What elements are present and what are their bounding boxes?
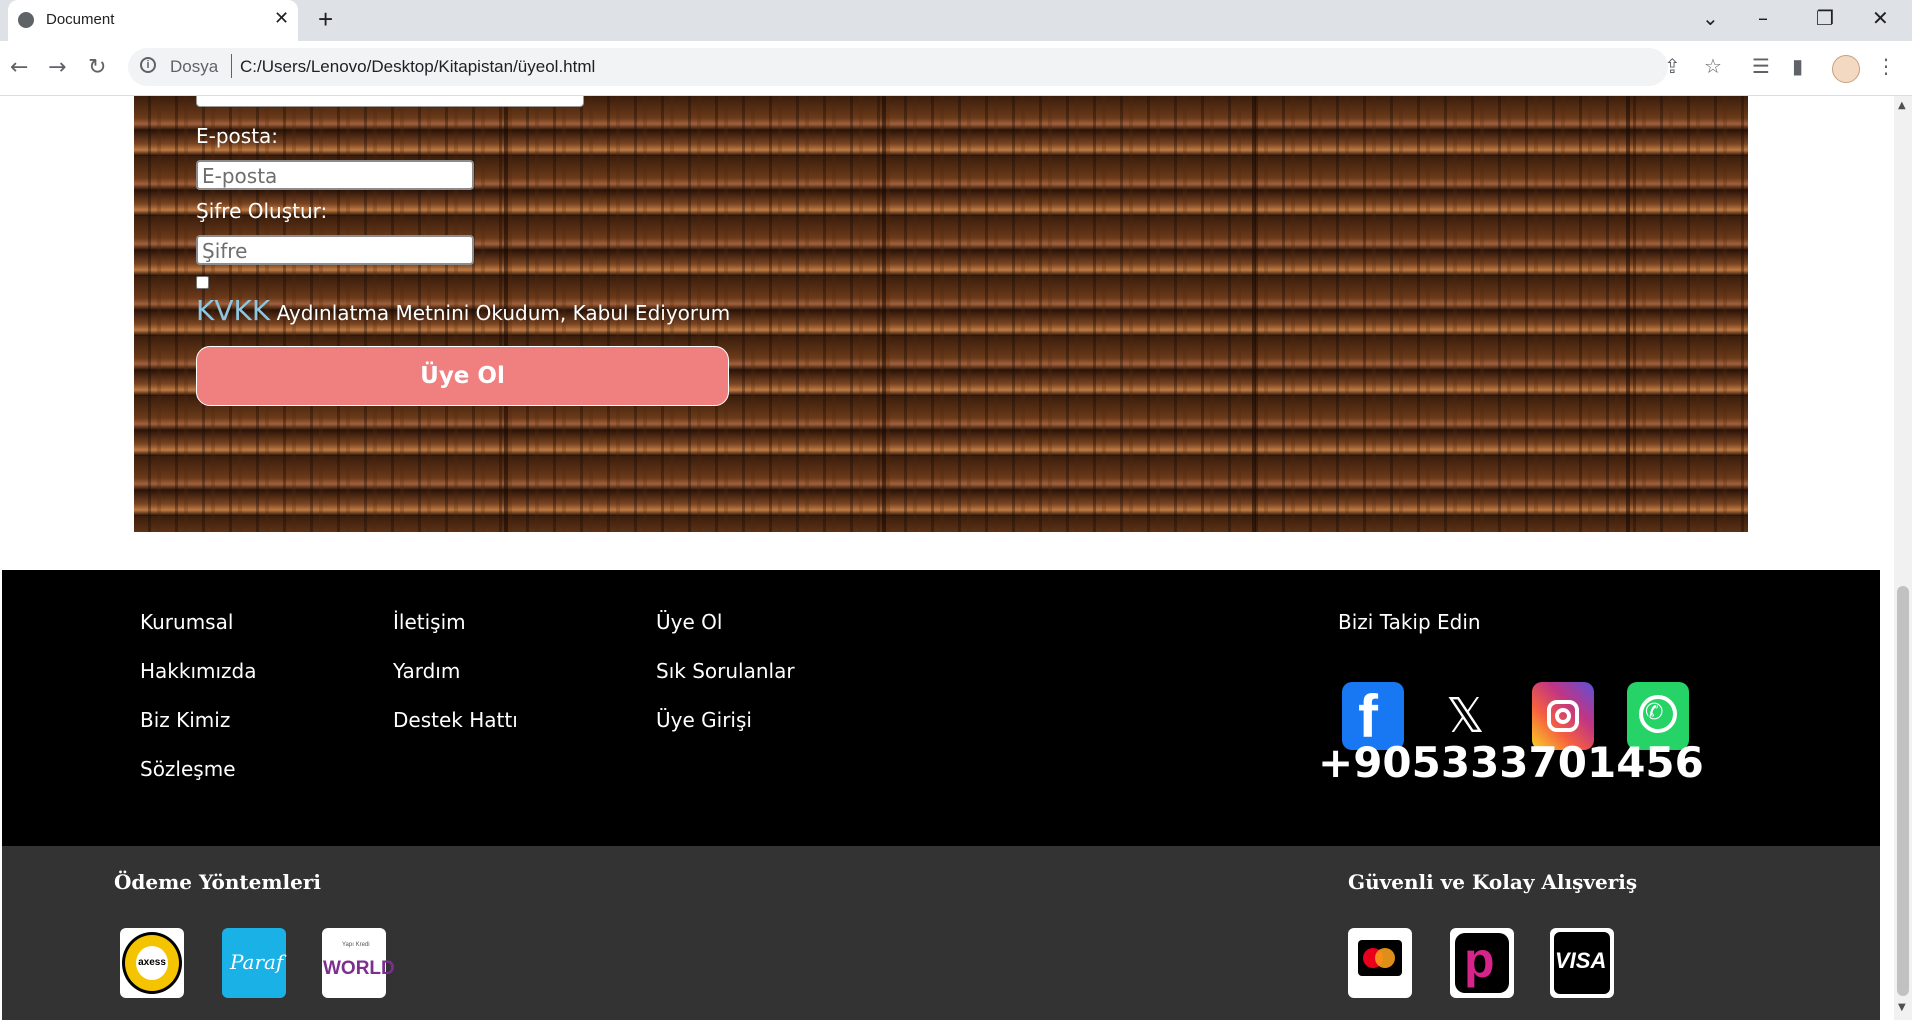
email-label: E-posta: (196, 124, 279, 148)
follow-title: Bizi Takip Edin (1338, 610, 1481, 634)
footer-link-sozlesme[interactable]: Sözleşme (140, 757, 236, 781)
page-viewport: E-posta: E-posta Şifre Oluştur: Şifre KV… (0, 96, 1894, 1020)
footer-link-biz-kimiz[interactable]: Biz Kimiz (140, 708, 230, 732)
share-icon[interactable]: ⇪ (1664, 54, 1681, 78)
close-window-icon[interactable]: ✕ (1872, 6, 1889, 30)
restore-icon[interactable]: ❐ (1816, 6, 1834, 30)
footer-link-hakkimizda[interactable]: Hakkımızda (140, 659, 257, 683)
tab-document[interactable]: Document ✕ (8, 0, 298, 41)
url-separator (231, 54, 232, 78)
new-tab-button[interactable]: + (318, 4, 333, 35)
footer-bottom: Ödeme Yöntemleri axess Paraf Yapı Kredi W… (2, 846, 1880, 1020)
kvkk-consent: KVKK Aydınlatma Metnini Okudum, Kabul Ed… (196, 294, 730, 327)
address-bar[interactable]: i Dosya C:/Users/Lenovo/Desktop/Kitapist… (128, 48, 1668, 86)
footer-link-uye-ol[interactable]: Üye Ol (656, 610, 722, 634)
footer-link-sik-sorulanlar[interactable]: Sık Sorulanlar (656, 659, 795, 683)
visa-icon: VISA (1550, 928, 1614, 998)
profile-avatar[interactable] (1832, 55, 1860, 83)
scrollbar-thumb[interactable] (1897, 586, 1909, 996)
globe-icon (18, 12, 34, 28)
reload-icon[interactable]: ↻ (88, 55, 106, 80)
signup-submit-button[interactable]: Üye Ol (196, 346, 729, 406)
back-icon[interactable]: ← (10, 55, 28, 80)
menu-icon[interactable]: ⋮ (1876, 54, 1896, 78)
kvkk-link[interactable]: KVKK (196, 294, 270, 327)
reading-list-icon[interactable]: ☰ (1752, 54, 1770, 78)
kvkk-text: Aydınlatma Metnini Okudum, Kabul Ediyoru… (270, 301, 731, 325)
page-scrollbar[interactable]: ▲ ▼ (1894, 96, 1912, 1020)
browser-toolbar: ← → ↻ i Dosya C:/Users/Lenovo/Desktop/Ki… (0, 41, 1912, 96)
forward-icon[interactable]: → (48, 55, 66, 80)
scroll-down-icon[interactable]: ▼ (1898, 1002, 1906, 1013)
footer-link-destek-hatti[interactable]: Destek Hattı (393, 708, 518, 732)
footer-link-iletisim[interactable]: İletişim (393, 610, 466, 634)
kvkk-checkbox[interactable] (196, 276, 209, 289)
tab-search-chevron-icon[interactable]: ⌄ (1702, 6, 1719, 30)
tab-close-icon[interactable]: ✕ (274, 8, 289, 29)
url-text[interactable]: C:/Users/Lenovo/Desktop/Kitapistan/üyeol… (240, 57, 595, 77)
tab-strip: Document ✕ + ⌄ – ❐ ✕ (0, 0, 1912, 41)
footer-link-yardim[interactable]: Yardım (393, 659, 460, 683)
message-textarea[interactable] (196, 96, 584, 107)
footer-link-kurumsal[interactable]: Kurumsal (140, 610, 233, 634)
minimize-icon[interactable]: – (1758, 6, 1768, 30)
info-icon[interactable]: i (140, 57, 156, 73)
side-panel-icon[interactable]: ▮ (1792, 54, 1803, 78)
footer-link-uye-girisi[interactable]: Üye Girişi (656, 708, 752, 732)
star-icon[interactable]: ☆ (1704, 54, 1722, 78)
contact-phone[interactable]: +905333701456 (1318, 738, 1704, 787)
password-label: Şifre Oluştur: (196, 199, 328, 223)
tab-title: Document (46, 11, 115, 28)
secure-shopping-title: Güvenli ve Kolay Alışveriş (1348, 870, 1638, 894)
url-scheme: Dosya (170, 57, 219, 76)
footer-top: Kurumsal Hakkımızda Biz Kimiz Sözleşme İ… (2, 570, 1880, 846)
world-card-icon: Yapı Kredi WORLD (322, 928, 395, 998)
payment-methods-title: Ödeme Yöntemleri (114, 870, 321, 894)
mastercard-icon (1348, 928, 1412, 998)
paraf-card-icon: Paraf (222, 928, 286, 998)
papara-icon: p (1450, 928, 1514, 998)
password-field[interactable]: Şifre (196, 235, 474, 265)
scroll-up-icon[interactable]: ▲ (1898, 100, 1906, 111)
email-field[interactable]: E-posta (196, 160, 474, 190)
axess-card-icon: axess (120, 928, 184, 998)
